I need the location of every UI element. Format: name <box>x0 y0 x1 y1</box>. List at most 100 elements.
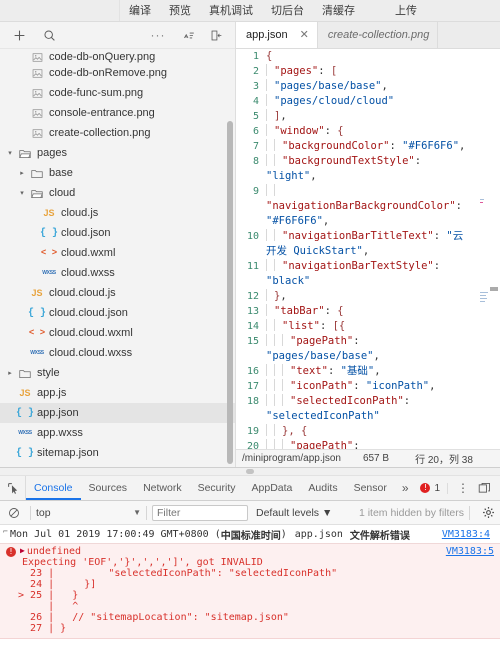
menu-upload[interactable]: 上传 <box>386 0 426 22</box>
code-line: 5], <box>236 109 500 124</box>
expand-arrow-icon[interactable]: ⌐ <box>3 527 8 536</box>
file-tree-item[interactable]: ▸ style <box>0 363 235 383</box>
menu-compile[interactable]: 编译 <box>120 0 160 22</box>
expand-triangle-icon[interactable]: ▶ <box>20 546 25 555</box>
devtools-resize-handle[interactable] <box>0 468 500 476</box>
menu-background[interactable]: 切后台 <box>262 0 313 22</box>
file-tree[interactable]: code-db-onQuery.png code-db-onRemove.png c… <box>0 49 235 467</box>
devtools-tab-appdata[interactable]: AppData <box>244 476 301 500</box>
indent-guide <box>266 229 267 241</box>
console-log-levels-select[interactable]: Default levels ▼ <box>256 507 332 519</box>
devtools-tab-security[interactable]: Security <box>190 476 244 500</box>
search-icon[interactable] <box>38 24 60 46</box>
console-timezone: 中国标准时间 <box>220 531 281 542</box>
tree-twisty-icon[interactable]: ▾ <box>16 189 28 197</box>
editor-tab-create-collection[interactable]: create-collection.png <box>317 22 439 48</box>
file-tree-item[interactable]: ▾ pages <box>0 143 235 163</box>
console-output[interactable]: ⌐ Mon Jul 01 2019 17:00:49 GMT+0800 ( 中国… <box>0 525 500 653</box>
console-error-entry[interactable]: ! ▶ undefined VM3183:5 Expecting 'EOF','… <box>0 544 500 639</box>
file-tree-item[interactable]: WXSS cloud.wxss <box>0 263 235 283</box>
devtools-menu-icon[interactable]: ⋮ <box>452 481 474 495</box>
code-text: "pages/base/base", <box>266 350 380 362</box>
error-count-badge[interactable]: ! 1 <box>420 482 448 494</box>
tree-twisty-icon[interactable]: ▸ <box>4 369 16 377</box>
console-message-header[interactable]: ⌐ Mon Jul 01 2019 17:00:49 GMT+0800 ( 中国… <box>0 525 500 544</box>
code-text: }, <box>266 289 500 304</box>
file-tree-item[interactable]: code-func-sum.png <box>0 83 235 103</box>
file-tree-item[interactable]: ▸ base <box>0 163 235 183</box>
vm-source-link[interactable]: VM3183:5 <box>446 546 500 557</box>
tree-twisty-icon[interactable]: ▾ <box>4 149 16 157</box>
clear-console-icon[interactable] <box>3 507 25 519</box>
chevron-down-icon: ▼ <box>133 508 141 517</box>
devtools-tab-sources[interactable]: Sources <box>81 476 136 500</box>
menu-remote-debug[interactable]: 真机调试 <box>200 0 262 22</box>
indent-guide <box>266 439 267 449</box>
file-tree-item[interactable]: < > cloud.wxml <box>0 243 235 263</box>
file-tree-item[interactable]: code-db-onQuery.png <box>0 49 235 63</box>
devtools-tab-sensor[interactable]: Sensor <box>346 476 395 500</box>
collapse-sidebar-icon[interactable] <box>205 24 227 46</box>
devtools-tab-console[interactable]: Console <box>26 476 81 500</box>
editor-tab-app-json[interactable]: app.json ✕ <box>236 22 318 48</box>
line-number: 13 <box>246 306 259 317</box>
divider <box>469 505 470 520</box>
indent-guide <box>282 439 283 449</box>
file-tree-item[interactable]: WXSS app.wxss <box>0 423 235 443</box>
file-tree-item[interactable]: code-db-onRemove.png <box>0 63 235 83</box>
file-tree-item[interactable]: { } cloud.json <box>0 223 235 243</box>
sort-icon[interactable] <box>177 24 199 46</box>
indent-guide <box>274 154 275 166</box>
js-file-icon: JS <box>43 208 55 218</box>
file-tree-item[interactable]: { } cloud.cloud.json <box>0 303 235 323</box>
file-tree-item[interactable]: { } sitemap.json <box>0 443 235 463</box>
file-tree-item[interactable]: console-entrance.png <box>0 103 235 123</box>
image-file-icon <box>28 128 46 139</box>
file-tree-item[interactable]: ▾ cloud <box>0 183 235 203</box>
file-tree-item[interactable]: JS cloud.js <box>0 203 235 223</box>
file-tree-item[interactable]: JS cloud.cloud.js <box>0 283 235 303</box>
console-error-desc: 文件解析错误 <box>349 531 410 542</box>
indent-guide <box>266 379 267 391</box>
code-text: }, { <box>266 424 500 439</box>
file-tree-item[interactable]: WXSS cloud.cloud.wxss <box>0 343 235 363</box>
code-text: ], <box>266 109 500 124</box>
add-file-icon[interactable] <box>8 24 30 46</box>
dock-position-icon[interactable] <box>474 482 495 495</box>
gear-icon[interactable] <box>482 506 500 519</box>
indent-guide <box>274 229 275 241</box>
indent-guide <box>266 259 267 271</box>
code-lines: 1{2 "pages": [3 "pages/base/base", 4 "pages/… <box>236 49 500 449</box>
line-number: 2 <box>252 66 259 77</box>
file-tree-item[interactable]: JS app.js <box>0 383 235 403</box>
console-context-select[interactable]: top ▼ <box>36 507 141 519</box>
console-filter-input[interactable] <box>152 504 248 521</box>
tree-twisty-icon[interactable]: ▸ <box>16 169 28 177</box>
line-number: 14 <box>246 321 259 332</box>
file-tree-item[interactable]: < > cloud.cloud.wxml <box>0 323 235 343</box>
line-number: 1 <box>252 51 259 62</box>
file-tree-item-label: cloud.cloud.js <box>49 287 116 299</box>
line-number: 4 <box>252 96 259 107</box>
status-cursor-position[interactable]: 行 20，列 38 <box>415 451 473 466</box>
indent-guide <box>266 304 267 316</box>
line-number: 20 <box>246 441 259 449</box>
code-content[interactable]: 1{2 "pages": [3 "pages/base/base", 4 "pages/… <box>236 49 500 449</box>
devtools-tab-network[interactable]: Network <box>135 476 190 500</box>
more-tabs-icon[interactable]: » <box>395 481 416 495</box>
close-icon[interactable]: ✕ <box>300 29 309 41</box>
file-tree-item[interactable]: create-collection.png <box>0 123 235 143</box>
console-error-title: undefined <box>26 546 82 557</box>
devtools-tab-audits[interactable]: Audits <box>300 476 345 500</box>
inspect-element-icon[interactable] <box>2 476 26 500</box>
vm-source-link[interactable]: VM3183:4 <box>442 529 496 540</box>
editor-scrollbar[interactable] <box>489 49 499 449</box>
editor-scrollbar-thumb[interactable] <box>490 287 498 291</box>
sidebar-scrollbar[interactable] <box>227 121 233 464</box>
file-tree-item[interactable]: README.md <box>0 463 235 467</box>
menu-clear-cache[interactable]: 清缓存 <box>313 0 364 22</box>
file-tree-item[interactable]: { } app.json <box>0 403 235 423</box>
menu-preview[interactable]: 预览 <box>160 0 200 22</box>
more-options-icon[interactable]: ··· <box>147 24 169 46</box>
console-error-code-line: 23 | "selectedIconPath": "selectedIconPa… <box>12 568 338 579</box>
